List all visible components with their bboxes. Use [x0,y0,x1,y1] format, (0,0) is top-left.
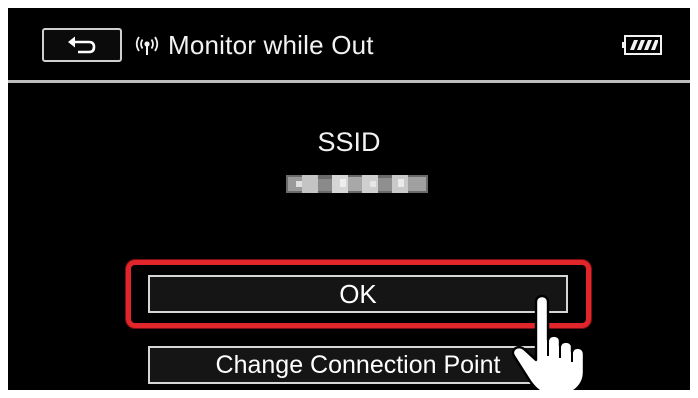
battery-full-icon [622,35,662,55]
pointing-hand-icon [511,294,586,390]
change-connection-point-button[interactable]: Change Connection Point [148,346,568,384]
page-title: Monitor while Out [168,30,374,60]
ssid-value-redacted [286,175,428,193]
wifi-signal-icon [135,36,159,55]
back-button[interactable] [42,28,122,62]
camera-screen: Monitor while Out SSID OK Change Connect… [8,8,690,390]
header-divider [8,80,690,83]
ok-button[interactable]: OK [148,275,568,313]
return-arrow-icon [68,36,96,54]
ssid-label: SSID [317,127,381,157]
ok-button-label: OK [339,278,377,309]
header-bar: Monitor while Out [8,8,690,80]
change-connection-point-label: Change Connection Point [215,350,501,379]
